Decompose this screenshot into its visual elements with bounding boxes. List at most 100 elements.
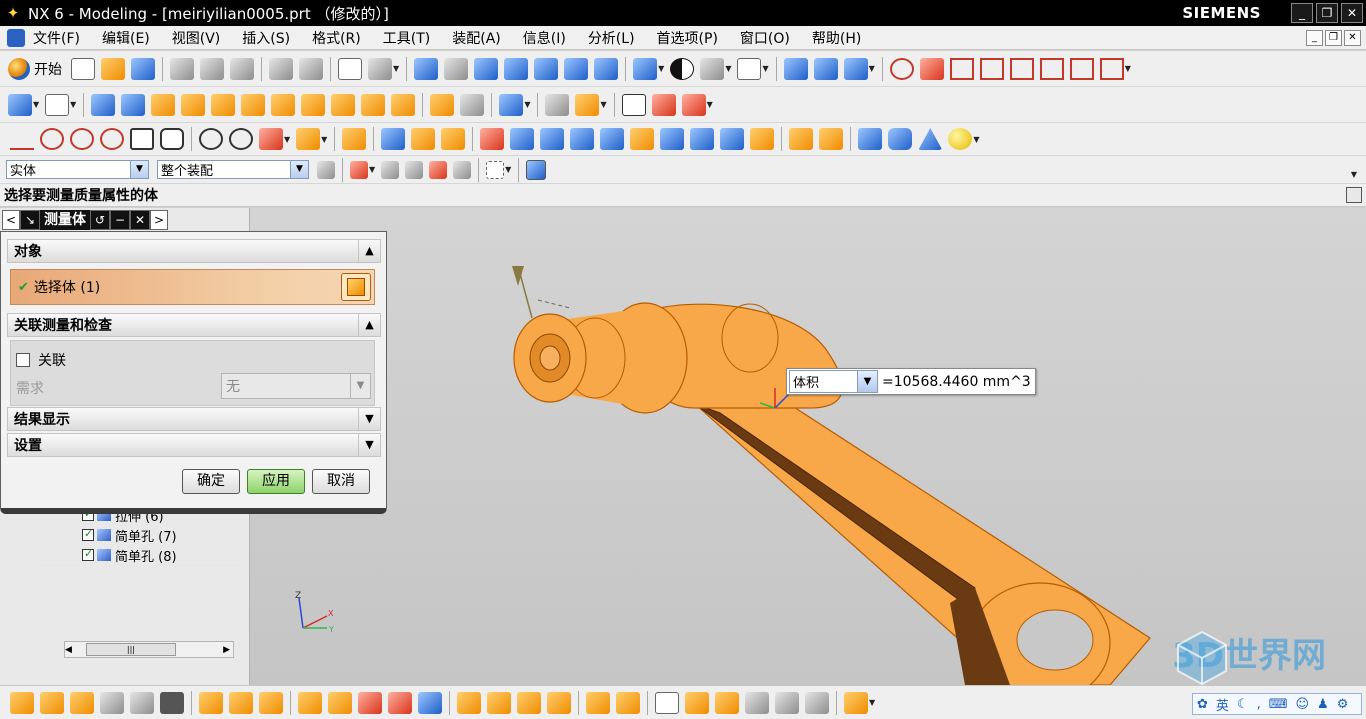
scope-filter-select[interactable]: 整个装配 ▼ (157, 160, 309, 179)
curve-fillet-icon[interactable] (1039, 57, 1064, 80)
ruled-surface-icon[interactable] (381, 128, 406, 150)
through-curves-icon[interactable] (411, 128, 436, 150)
sequence-icon[interactable] (418, 691, 442, 714)
layout-icon[interactable] (655, 691, 679, 714)
select-all-icon[interactable] (526, 159, 547, 180)
sketch-plane-icon[interactable] (45, 93, 70, 116)
conic-icon[interactable] (229, 128, 253, 150)
ime-user-icon[interactable]: ☺ (1295, 697, 1309, 712)
scroll-left-icon[interactable]: ◀ (65, 645, 72, 655)
cancel-button[interactable]: 取消 (312, 469, 370, 494)
associative-checkbox[interactable] (16, 353, 30, 367)
chevron-down-icon[interactable]: ▼ (393, 64, 399, 73)
dialog-next-button[interactable]: > (150, 210, 168, 230)
cube-icon[interactable] (690, 128, 715, 150)
cube-icon[interactable] (600, 128, 625, 150)
menu-view[interactable]: 视图(V) (172, 28, 221, 48)
select-body-row[interactable]: ✔ 选择体 (1) (10, 269, 375, 305)
dialog-prev-button[interactable]: < (2, 210, 20, 230)
cube-icon[interactable] (570, 128, 595, 150)
clearance-icon[interactable] (517, 691, 541, 714)
ime-language[interactable]: 英 (1216, 695, 1229, 714)
dimension-icon[interactable] (681, 93, 706, 116)
chevron-down-icon[interactable]: ▼ (369, 165, 375, 174)
section-settings-header[interactable]: 设置 ▼ (7, 433, 381, 457)
horizontal-scrollbar[interactable]: ◀ ||| ▶ (64, 641, 234, 658)
undo-icon[interactable] (269, 57, 293, 80)
white-background-icon[interactable] (737, 57, 762, 80)
shaded-cube-icon[interactable] (633, 57, 658, 80)
chevron-down-icon[interactable]: ▼ (857, 371, 877, 392)
add-existing-icon[interactable] (199, 691, 223, 714)
menu-insert[interactable]: 插入(S) (242, 28, 290, 48)
chevron-down-icon[interactable]: ▼ (707, 100, 713, 109)
section-results-header[interactable]: 结果显示 ▼ (7, 407, 381, 431)
chevron-down-icon[interactable]: ▼ (524, 100, 530, 109)
dialog-reset-button[interactable]: ↺ (90, 210, 110, 230)
chevron-down-icon[interactable]: ▼ (1125, 64, 1131, 73)
block-primitive-icon[interactable] (858, 128, 883, 150)
point-set-icon[interactable] (70, 128, 94, 150)
chevron-down-icon[interactable]: ▼ (725, 64, 731, 73)
pad-icon[interactable] (630, 128, 655, 150)
move-component-icon[interactable] (298, 691, 322, 714)
chevron-down-icon[interactable]: ▼ (358, 408, 380, 430)
cut-icon[interactable] (170, 57, 194, 80)
move-face-icon[interactable] (575, 93, 600, 116)
point-icon[interactable] (8, 93, 32, 116)
thread-icon[interactable] (819, 128, 844, 150)
face-analysis-icon[interactable] (700, 57, 725, 80)
magnifier-icon[interactable] (504, 57, 529, 80)
menu-tools[interactable]: 工具(T) (383, 28, 430, 48)
chamfer-icon[interactable] (211, 93, 236, 116)
link-icon[interactable] (715, 691, 739, 714)
boolean-icon[interactable] (499, 93, 524, 116)
rectangle-icon[interactable] (130, 128, 154, 150)
reference-set-icon[interactable] (100, 691, 124, 714)
cube-icon[interactable] (540, 128, 565, 150)
wave-icon[interactable] (457, 691, 481, 714)
swept-icon[interactable] (441, 128, 466, 150)
curve-split-icon[interactable] (1009, 57, 1034, 80)
new-component-icon[interactable] (70, 691, 94, 714)
boss-icon[interactable] (660, 128, 685, 150)
line-icon[interactable] (10, 128, 34, 150)
chevron-down-icon[interactable]: ▼ (70, 100, 76, 109)
chevron-down-icon[interactable]: ▼ (1351, 170, 1357, 179)
assoc-checkbox-row[interactable]: 关联 (16, 350, 66, 370)
intersect-icon[interactable] (331, 93, 356, 116)
interference-icon[interactable] (487, 691, 511, 714)
menu-file[interactable]: 文件(F) (33, 28, 80, 48)
ime-paw-icon[interactable]: ✿ (1197, 697, 1208, 712)
snap-point-icon[interactable] (350, 160, 368, 179)
wcs-dynamic-icon[interactable] (843, 57, 868, 80)
chevron-down-icon[interactable]: ▼ (290, 161, 308, 178)
mirror-icon[interactable] (460, 93, 485, 116)
cylinder-icon[interactable] (888, 128, 913, 150)
revolve-icon[interactable] (121, 93, 146, 116)
mirror-assembly-icon[interactable] (358, 691, 382, 714)
ime-moon-icon[interactable]: ☾ (1237, 697, 1249, 712)
apply-button[interactable]: 应用 (247, 469, 305, 494)
ime-gear-icon[interactable]: ⚙ (1337, 697, 1349, 712)
paste-icon[interactable] (230, 57, 254, 80)
assembly-component-icon[interactable] (10, 691, 34, 714)
replace-component-icon[interactable] (586, 691, 610, 714)
rectangle-select-icon[interactable] (486, 160, 505, 179)
constraint-navigator-icon[interactable] (160, 691, 184, 714)
part-model[interactable] (250, 208, 1366, 685)
ellipse-icon[interactable] (199, 128, 223, 150)
chevron-down-icon[interactable]: ▼ (321, 135, 327, 144)
section-object-header[interactable]: 对象 ▲ (7, 239, 381, 263)
new-file-icon[interactable] (71, 57, 95, 80)
add-component-icon[interactable] (40, 691, 64, 714)
select-face-icon[interactable] (381, 160, 400, 179)
perspective-icon[interactable] (594, 57, 619, 80)
cone-icon[interactable] (918, 128, 943, 150)
curve-trim-icon[interactable] (979, 57, 1004, 80)
menu-analysis[interactable]: 分析(L) (588, 28, 635, 48)
suppress-icon[interactable] (616, 691, 640, 714)
mdi-minimize-button[interactable]: _ (1306, 30, 1323, 46)
filter-settings-icon[interactable] (317, 160, 335, 179)
promote-icon[interactable] (547, 691, 571, 714)
